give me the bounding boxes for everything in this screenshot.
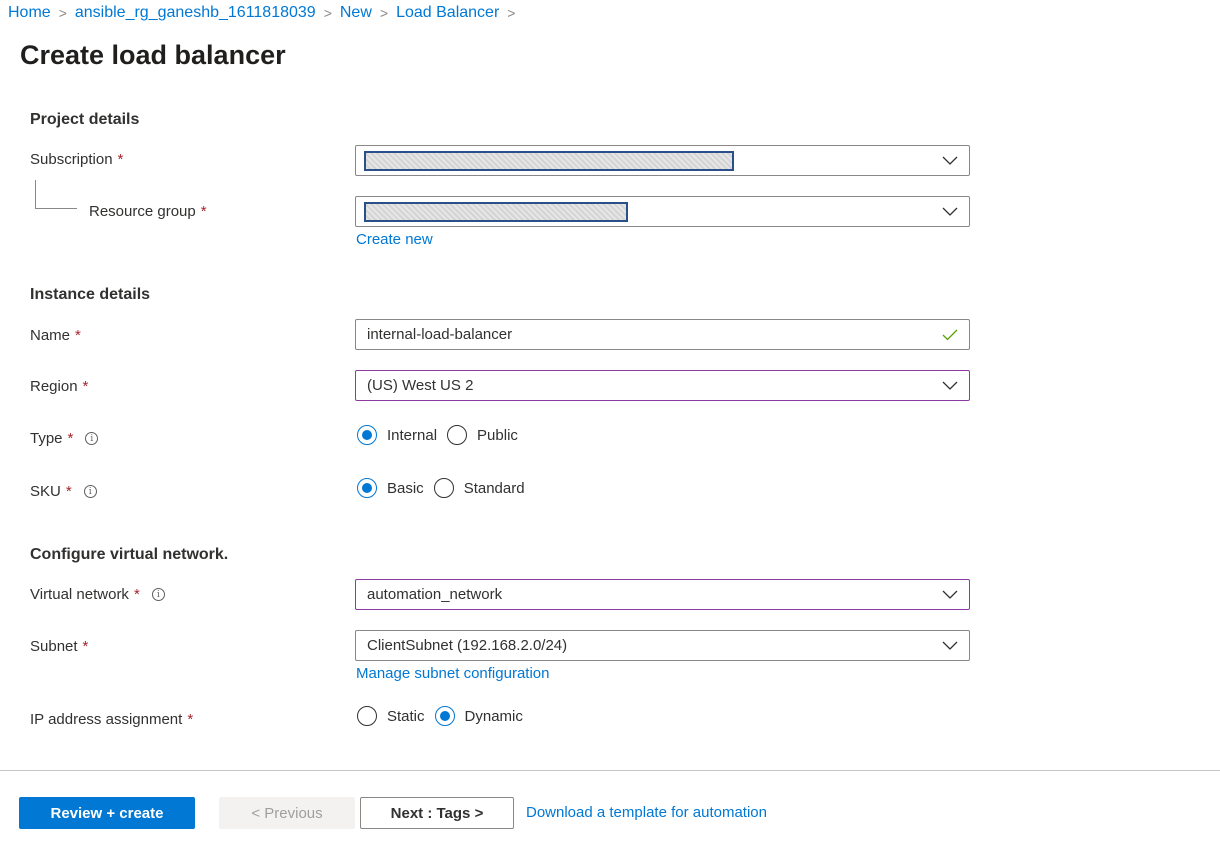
ip-assignment-radio-group: Static Dynamic: [357, 706, 533, 726]
breadcrumb-home[interactable]: Home: [8, 4, 51, 22]
name-label-text: Name: [30, 327, 71, 344]
footer-divider: [0, 770, 1220, 771]
tree-connector: [35, 180, 77, 209]
required-marker: *: [67, 430, 74, 447]
radio-label: Internal: [387, 426, 438, 444]
required-marker: *: [133, 586, 140, 603]
breadcrumb: Home > ansible_rg_ganeshb_1611818039 > N…: [8, 4, 523, 22]
page-title: Create load balancer: [20, 40, 286, 70]
section-project-details: Project details: [30, 111, 140, 128]
ip-assignment-label: IP address assignment *: [30, 711, 193, 728]
manage-subnet-link[interactable]: Manage subnet configuration: [356, 665, 549, 682]
required-marker: *: [82, 638, 89, 655]
chevron-down-icon: [942, 378, 958, 394]
chevron-right-icon: >: [58, 5, 67, 21]
chevron-right-icon: >: [323, 5, 332, 21]
redacted-subscription-value: [364, 150, 734, 171]
radio-checked-icon: [357, 478, 377, 498]
ip-radio-static[interactable]: Static: [357, 706, 425, 726]
info-icon[interactable]: i: [83, 485, 97, 498]
radio-checked-icon: [357, 425, 377, 445]
radio-unchecked-icon: [357, 706, 377, 726]
chevron-right-icon: >: [379, 5, 389, 21]
ip-assignment-label-text: IP address assignment: [30, 711, 183, 728]
radio-label: Basic: [387, 479, 424, 497]
radio-unchecked-icon: [447, 425, 468, 445]
required-marker: *: [65, 483, 72, 500]
radio-checked-icon: [434, 706, 455, 726]
virtual-network-label-text: Virtual network: [30, 586, 129, 603]
chevron-down-icon: [942, 204, 958, 220]
region-label: Region *: [30, 378, 88, 395]
breadcrumb-resource-group[interactable]: ansible_rg_ganeshb_1611818039: [75, 4, 316, 22]
ip-radio-dynamic[interactable]: Dynamic: [434, 706, 523, 726]
radio-label: Standard: [463, 479, 525, 497]
type-label-text: Type: [30, 430, 63, 447]
required-marker: *: [200, 203, 207, 220]
chevron-down-icon: [942, 153, 958, 169]
breadcrumb-new[interactable]: New: [340, 4, 372, 22]
resource-group-label-text: Resource group: [89, 203, 196, 220]
type-radio-public[interactable]: Public: [447, 425, 518, 445]
name-input-value: internal-load-balancer: [367, 326, 513, 343]
type-label: Type * i: [30, 430, 99, 447]
info-icon[interactable]: i: [151, 588, 165, 601]
radio-label: Dynamic: [464, 707, 523, 725]
subscription-label-text: Subscription: [30, 151, 113, 168]
chevron-down-icon: [942, 638, 958, 654]
name-input[interactable]: internal-load-balancer: [355, 319, 970, 350]
sku-radio-group: Basic Standard: [357, 478, 535, 498]
sku-radio-standard[interactable]: Standard: [433, 478, 525, 498]
info-icon[interactable]: i: [85, 432, 99, 445]
radio-unchecked-icon: [433, 478, 454, 498]
resource-group-label: Resource group *: [89, 203, 207, 220]
chevron-down-icon: [942, 587, 958, 603]
subscription-dropdown[interactable]: [355, 145, 970, 176]
section-configure-network: Configure virtual network.: [30, 546, 229, 563]
breadcrumb-load-balancer[interactable]: Load Balancer: [396, 4, 499, 22]
subnet-value: ClientSubnet (192.168.2.0/24): [367, 637, 568, 654]
review-create-button[interactable]: Review + create: [19, 797, 195, 829]
download-template-link[interactable]: Download a template for automation: [526, 804, 767, 821]
type-radio-group: Internal Public: [357, 425, 528, 445]
previous-button[interactable]: < Previous: [219, 797, 355, 829]
resource-group-dropdown[interactable]: [355, 196, 970, 227]
section-instance-details: Instance details: [30, 286, 151, 303]
radio-label: Public: [477, 426, 518, 444]
sku-radio-basic[interactable]: Basic: [357, 478, 424, 498]
region-value: (US) West US 2: [367, 377, 474, 394]
region-label-text: Region: [30, 378, 78, 395]
required-marker: *: [82, 378, 89, 395]
chevron-right-icon: >: [507, 5, 516, 21]
subscription-label: Subscription *: [30, 151, 123, 168]
required-marker: *: [75, 327, 81, 344]
subnet-label-text: Subnet: [30, 638, 78, 655]
sku-label: SKU * i: [30, 483, 97, 500]
required-marker: *: [117, 151, 124, 168]
redacted-resource-group-value: [364, 201, 628, 222]
next-tags-button[interactable]: Next : Tags >: [360, 797, 514, 829]
create-new-link[interactable]: Create new: [356, 231, 433, 248]
virtual-network-label: Virtual network * i: [30, 586, 165, 603]
subnet-label: Subnet *: [30, 638, 88, 655]
type-radio-internal[interactable]: Internal: [357, 425, 437, 445]
radio-label: Static: [387, 707, 425, 725]
virtual-network-value: automation_network: [367, 586, 503, 603]
required-marker: *: [187, 711, 194, 728]
subnet-dropdown[interactable]: ClientSubnet (192.168.2.0/24): [355, 630, 970, 661]
region-dropdown[interactable]: (US) West US 2: [355, 370, 970, 401]
checkmark-icon: [942, 327, 958, 343]
name-label: Name *: [30, 327, 81, 344]
virtual-network-dropdown[interactable]: automation_network: [355, 579, 970, 610]
sku-label-text: SKU: [30, 483, 61, 500]
